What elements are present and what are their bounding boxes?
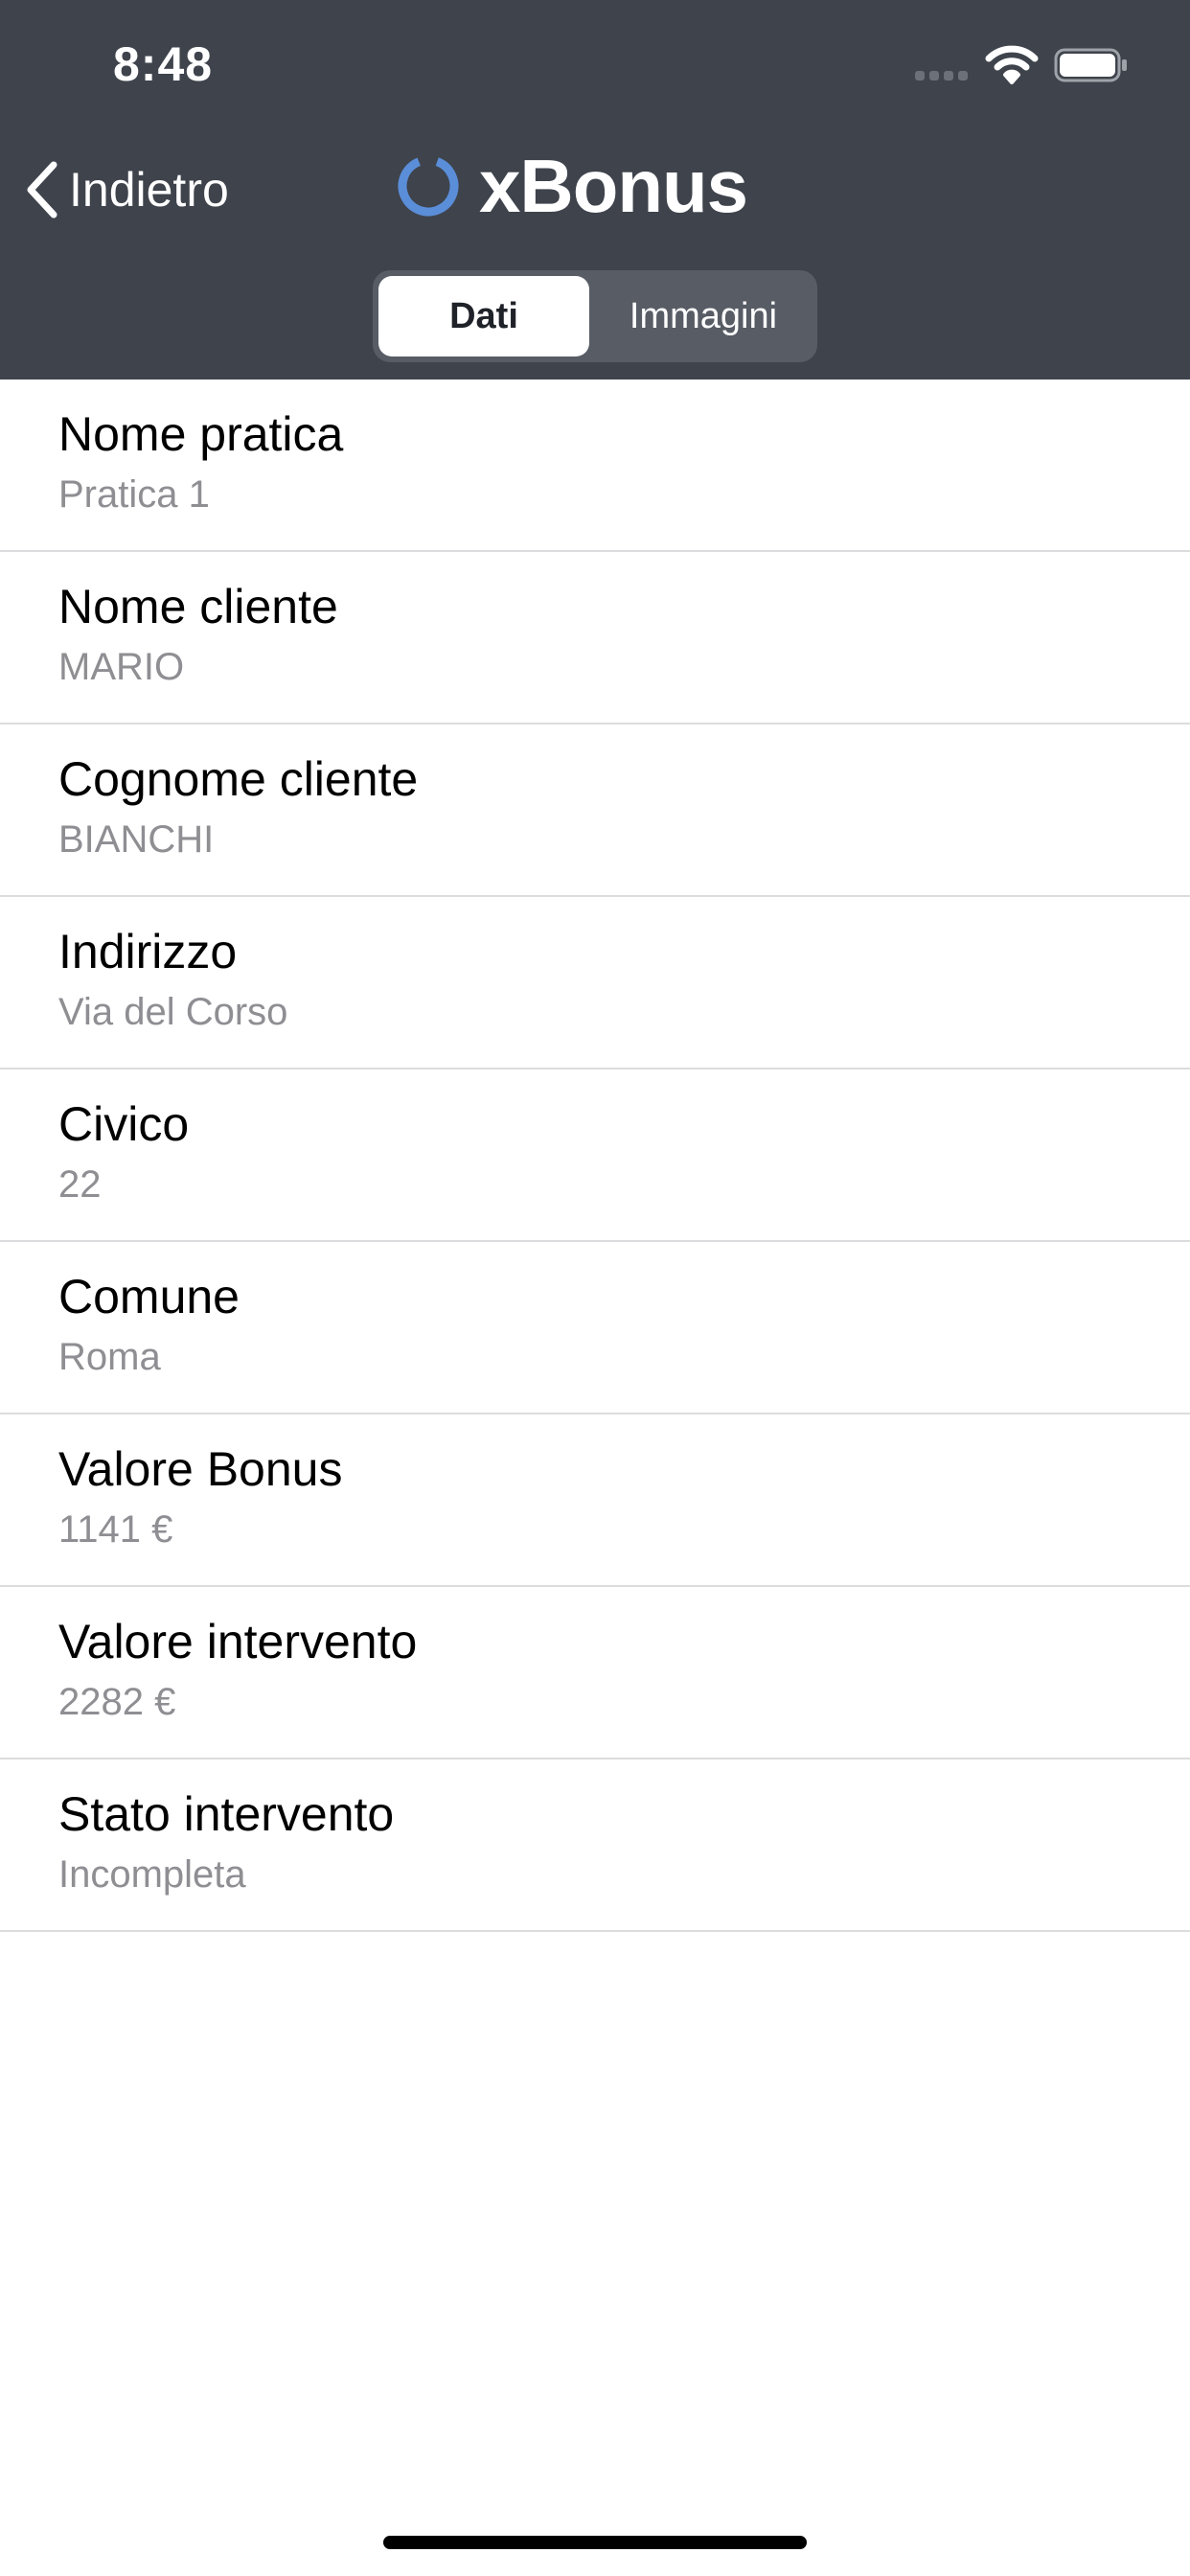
back-label: Indietro: [69, 163, 229, 217]
list-item-cognome-cliente[interactable]: Cognome cliente BIANCHI: [0, 724, 1190, 897]
row-label: Valore intervento: [58, 1615, 418, 1668]
segment-immagini[interactable]: Immagini: [595, 276, 812, 356]
logo-ring-icon: [398, 155, 459, 217]
row-value: 1141 €: [58, 1508, 173, 1551]
chevron-left-icon: [27, 161, 57, 218]
row-value: 2282 €: [58, 1681, 176, 1723]
list-item-stato-intervento[interactable]: Stato intervento Incompleta: [0, 1760, 1190, 1932]
list-item-valore-intervento[interactable]: Valore intervento 2282 €: [0, 1587, 1190, 1760]
row-value: Via del Corso: [58, 991, 288, 1033]
wifi-icon: [985, 45, 1039, 84]
status-time: 8:48: [113, 37, 214, 91]
list-item-nome-cliente[interactable]: Nome cliente MARIO: [0, 552, 1190, 724]
row-label: Nome pratica: [58, 407, 344, 461]
row-label: Civico: [58, 1097, 190, 1151]
list-item-valore-bonus[interactable]: Valore Bonus 1141 €: [0, 1414, 1190, 1587]
logo-text: xBonus: [479, 143, 748, 228]
details-list: Nome pratica Pratica 1 Nome cliente MARI…: [0, 380, 1190, 1932]
app-logo: xBonus: [395, 140, 748, 232]
navigation-header: 8:48 Indietro xBonus Dati Immagini: [0, 0, 1190, 380]
segment-dati[interactable]: Dati: [378, 276, 589, 356]
row-value: MARIO: [58, 646, 185, 688]
row-value: Roma: [58, 1336, 161, 1378]
cellular-signal-icon: [915, 71, 968, 80]
segmented-control: Dati Immagini: [373, 270, 817, 362]
row-value: 22: [58, 1163, 102, 1206]
row-label: Cognome cliente: [58, 752, 419, 806]
home-indicator[interactable]: [383, 2536, 807, 2549]
battery-icon: [1054, 48, 1127, 82]
back-button[interactable]: Indietro: [23, 151, 229, 228]
list-item-civico[interactable]: Civico 22: [0, 1070, 1190, 1242]
row-label: Stato intervento: [58, 1787, 395, 1841]
row-value: Pratica 1: [58, 473, 210, 516]
row-value: Incompleta: [58, 1853, 246, 1896]
row-label: Nome cliente: [58, 580, 338, 633]
row-label: Valore Bonus: [58, 1442, 343, 1496]
row-label: Indirizzo: [58, 925, 238, 978]
row-label: Comune: [58, 1270, 240, 1323]
list-item-indirizzo[interactable]: Indirizzo Via del Corso: [0, 897, 1190, 1070]
list-item-comune[interactable]: Comune Roma: [0, 1242, 1190, 1414]
row-value: BIANCHI: [58, 818, 215, 861]
list-item-nome-pratica[interactable]: Nome pratica Pratica 1: [0, 380, 1190, 552]
